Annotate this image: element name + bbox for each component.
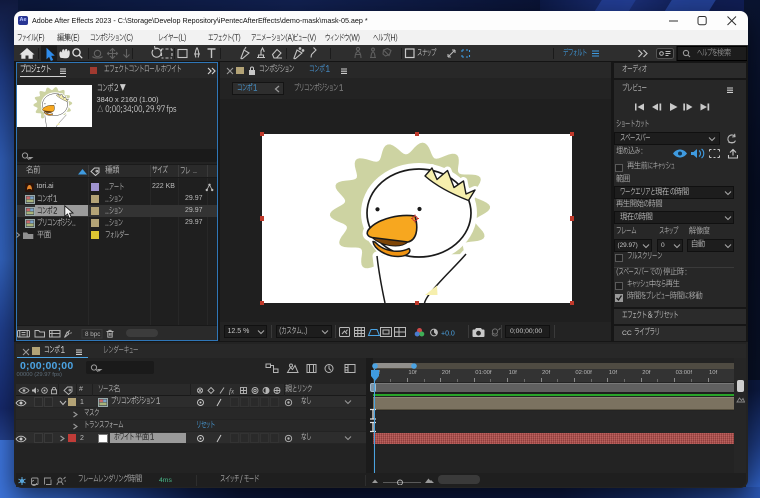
svg-text:8 bpc: 8 bpc bbox=[85, 331, 100, 338]
svg-text:fx: fx bbox=[229, 387, 235, 395]
svg-text:+0.0: +0.0 bbox=[441, 330, 455, 337]
